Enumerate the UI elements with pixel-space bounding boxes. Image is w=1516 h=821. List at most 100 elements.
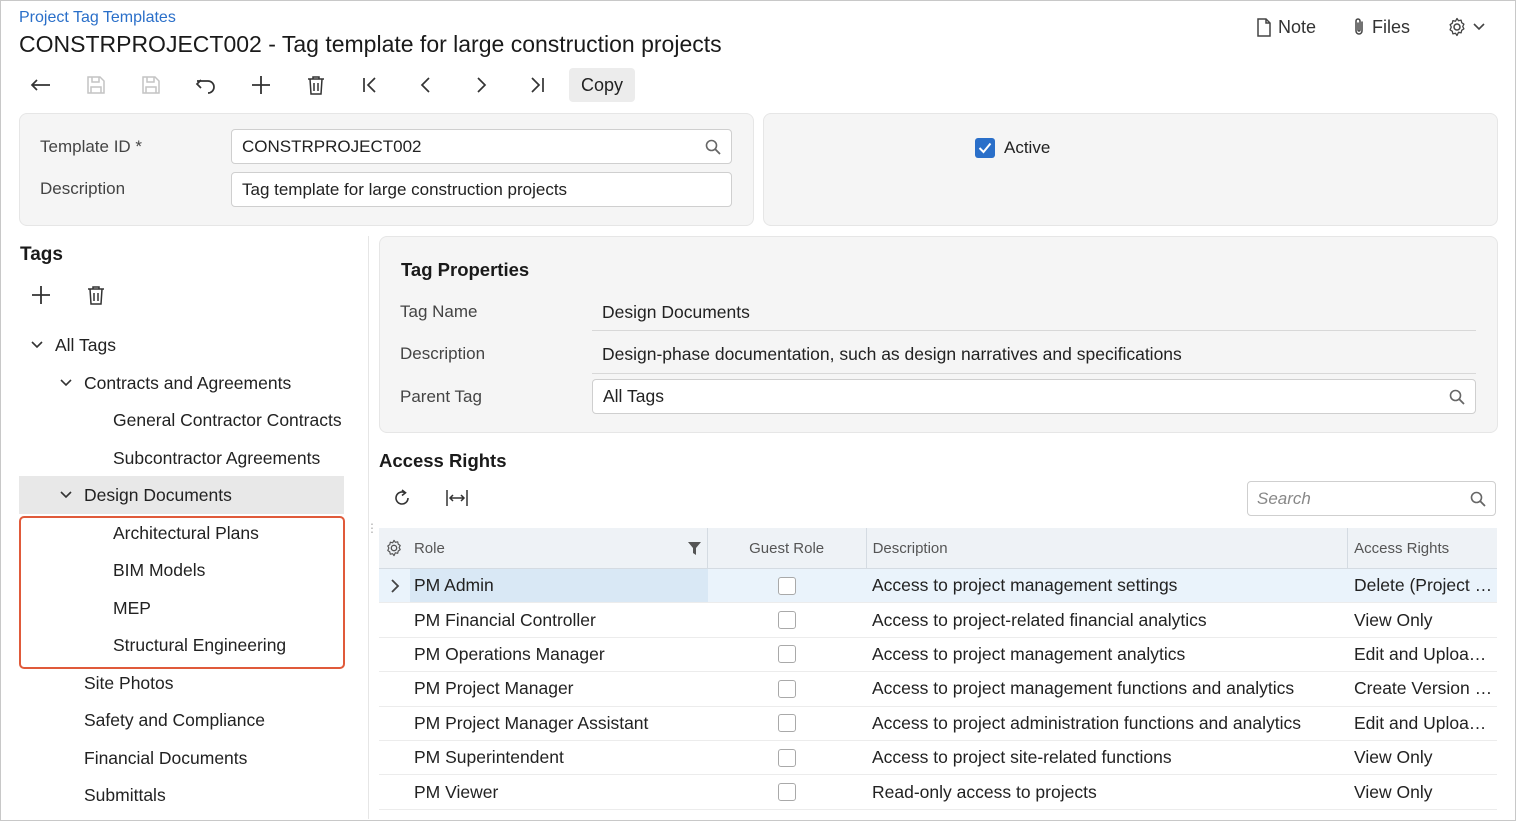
chevron-down-icon[interactable]	[27, 341, 47, 349]
tag-description-underline	[592, 373, 1476, 374]
cell-role[interactable]: PM Viewer	[410, 782, 708, 803]
next-record-button[interactable]	[461, 70, 501, 100]
page-title: CONSTRPROJECT002 - Tag template for larg…	[19, 31, 722, 57]
tree-item[interactable]: All Tags	[19, 326, 344, 364]
column-settings-button[interactable]	[379, 539, 410, 557]
search-icon[interactable]	[1470, 491, 1486, 507]
cell-description[interactable]: Access to project-related financial anal…	[866, 610, 1348, 631]
back-button[interactable]	[21, 70, 61, 100]
table-row[interactable]: PM Project Manager Access to project mana…	[379, 672, 1497, 707]
cell-description[interactable]: Read-only access to projects	[866, 782, 1348, 803]
template-id-label: Template ID *	[40, 137, 143, 156]
guest-role-checkbox[interactable]	[778, 679, 796, 698]
copy-button[interactable]: Copy	[569, 68, 635, 102]
template-id-field[interactable]: CONSTRPROJECT002	[231, 129, 732, 164]
tree-item[interactable]: Safety and Compliance	[19, 701, 344, 739]
note-button[interactable]: Note	[1256, 14, 1316, 40]
tag-description-value[interactable]: Design-phase documentation, such as desi…	[602, 344, 1182, 365]
table-row[interactable]: PM Project Manager Assistant Access to pr…	[379, 707, 1497, 741]
cell-access-rights[interactable]: Edit and Uploa…	[1348, 713, 1497, 734]
tree-item[interactable]: Design Documents	[19, 476, 344, 514]
guest-role-checkbox[interactable]	[778, 611, 796, 630]
tree-item[interactable]: Financial Documents	[19, 739, 344, 777]
add-button[interactable]	[241, 70, 281, 100]
guest-role-checkbox[interactable]	[778, 783, 796, 802]
cell-role[interactable]: PM Superintendent	[410, 747, 708, 768]
cell-guest-role	[708, 714, 866, 733]
tag-name-value[interactable]: Design Documents	[602, 302, 750, 323]
tree-item[interactable]: Submittals	[19, 776, 344, 814]
cell-access-rights[interactable]: View Only	[1348, 782, 1497, 803]
delete-button[interactable]	[296, 70, 336, 100]
chevron-down-icon	[1473, 23, 1485, 31]
table-row[interactable]: PM Operations Manager Access to project m…	[379, 638, 1497, 673]
table-row[interactable]: PM Financial Controller Access to project…	[379, 603, 1497, 638]
active-checkbox-wrap[interactable]: Active	[975, 138, 1050, 158]
tree-item[interactable]: Subcontractor Agreements	[19, 439, 344, 477]
column-header-description[interactable]: Description	[867, 528, 1349, 568]
table-row[interactable]: PM Viewer Read-only access to projects Vie…	[379, 775, 1497, 810]
cell-access-rights[interactable]: View Only	[1348, 747, 1497, 768]
splitter-handle-icon[interactable]: ⋮	[366, 522, 378, 534]
chevron-down-icon[interactable]	[56, 379, 76, 387]
first-record-icon	[362, 76, 380, 94]
guest-role-checkbox[interactable]	[778, 714, 796, 733]
cell-description[interactable]: Access to project management functions a…	[866, 678, 1348, 699]
tree-item[interactable]: Contracts and Agreements	[19, 364, 344, 402]
row-expand-chevron-icon[interactable]	[379, 578, 410, 594]
column-header-guest-role[interactable]: Guest Role	[708, 528, 867, 568]
cell-role[interactable]: PM Admin	[410, 569, 708, 603]
breadcrumb[interactable]: Project Tag Templates	[19, 9, 176, 27]
settings-menu-button[interactable]	[1447, 14, 1485, 40]
undo-button[interactable]	[186, 70, 226, 100]
grid-search-input[interactable]: Search	[1247, 481, 1496, 516]
tag-name-underline	[592, 330, 1476, 331]
table-row[interactable]: PM Superintendent Access to project site-…	[379, 741, 1497, 776]
cell-description[interactable]: Access to project site-related functions	[866, 747, 1348, 768]
table-row[interactable]: PM Admin Access to project management set…	[379, 569, 1497, 604]
cell-access-rights[interactable]: Edit and Uploa…	[1348, 644, 1497, 665]
delete-tag-button[interactable]	[87, 285, 105, 305]
next-record-icon	[475, 76, 487, 94]
active-checkbox[interactable]	[975, 138, 995, 158]
trash-icon	[87, 285, 105, 305]
previous-record-button[interactable]	[406, 70, 446, 100]
tag-description-label: Description	[400, 344, 486, 363]
highlight-box	[19, 516, 345, 669]
cell-description[interactable]: Access to project management analytics	[866, 644, 1348, 665]
cell-guest-role	[708, 783, 866, 802]
last-record-button[interactable]	[516, 70, 556, 100]
parent-tag-field[interactable]: All Tags	[592, 379, 1476, 414]
save-close-button[interactable]	[76, 70, 116, 100]
cell-role[interactable]: PM Project Manager	[410, 678, 708, 699]
cell-access-rights[interactable]: Create Version …	[1348, 678, 1497, 699]
cell-access-rights[interactable]: Delete (Project …	[1348, 575, 1497, 596]
save-button[interactable]	[131, 70, 171, 100]
cell-description[interactable]: Access to project management settings	[866, 575, 1348, 596]
cell-role[interactable]: PM Project Manager Assistant	[410, 713, 708, 734]
paperclip-icon	[1352, 17, 1366, 37]
template-id-value: CONSTRPROJECT002	[242, 136, 422, 156]
tree-item[interactable]: General Contractor Contracts	[19, 401, 344, 439]
search-icon[interactable]	[1449, 389, 1465, 405]
files-button[interactable]: Files	[1352, 14, 1410, 40]
add-tag-button[interactable]	[30, 284, 52, 306]
filter-icon[interactable]	[687, 541, 701, 555]
cell-access-rights[interactable]: View Only	[1348, 610, 1497, 631]
column-header-role[interactable]: Role	[410, 528, 708, 568]
guest-role-checkbox[interactable]	[778, 645, 796, 664]
description-field[interactable]: Tag template for large construction proj…	[231, 172, 732, 207]
guest-role-checkbox[interactable]	[778, 748, 796, 767]
gear-icon	[1447, 17, 1467, 37]
cell-role[interactable]: PM Operations Manager	[410, 644, 708, 665]
first-record-button[interactable]	[351, 70, 391, 100]
guest-role-checkbox[interactable]	[778, 576, 796, 595]
search-icon[interactable]	[705, 139, 721, 155]
cell-role[interactable]: PM Financial Controller	[410, 610, 708, 631]
fit-columns-button[interactable]	[445, 489, 469, 507]
refresh-button[interactable]	[392, 488, 412, 508]
chevron-down-icon[interactable]	[56, 491, 76, 499]
cell-description[interactable]: Access to project administration functio…	[866, 713, 1348, 734]
column-header-access-rights[interactable]: Access Rights	[1348, 540, 1497, 557]
tree-item[interactable]: Site Photos	[19, 664, 344, 702]
